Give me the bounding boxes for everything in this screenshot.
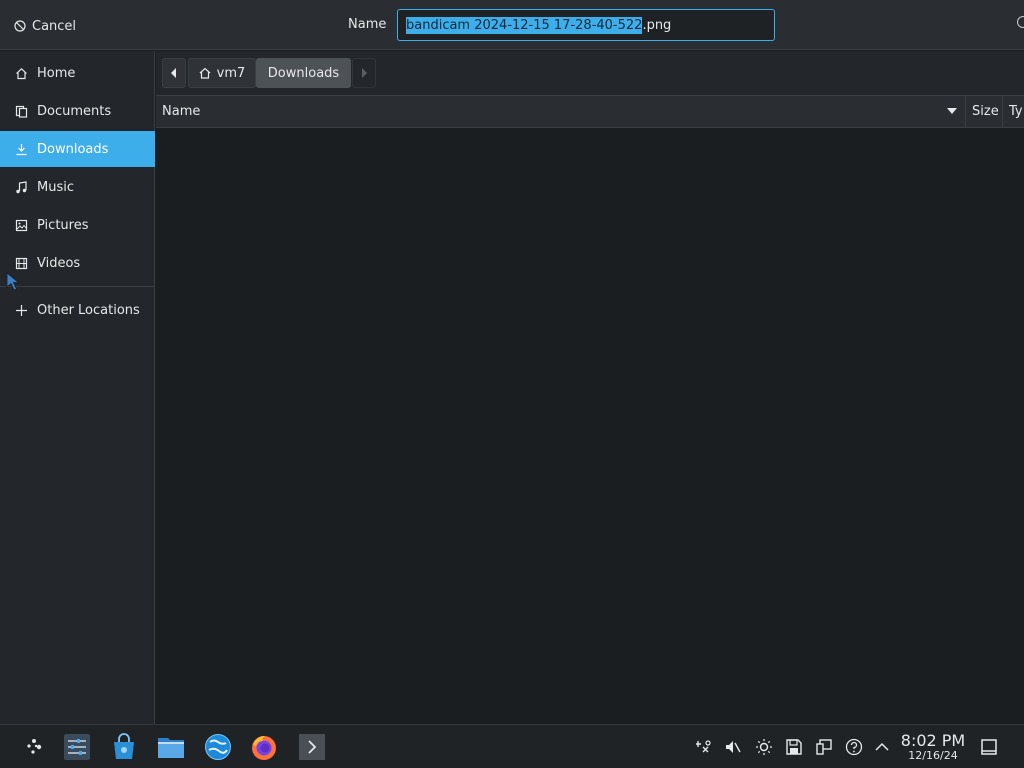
- plus-icon: [16, 304, 27, 316]
- clock-date[interactable]: 12/16/24: [899, 749, 967, 762]
- places-sidebar: Home Documents Downloads Music Pictures …: [0, 51, 155, 724]
- sidebar-item-label: Documents: [37, 103, 112, 119]
- column-header-type[interactable]: Ty: [1003, 96, 1024, 127]
- breadcrumb-label: vm7: [216, 65, 246, 81]
- download-icon: [16, 143, 27, 155]
- network-icon[interactable]: [694, 738, 712, 756]
- file-list[interactable]: [156, 128, 1024, 724]
- mouse-cursor-icon: [6, 272, 20, 291]
- sidebar-divider: [0, 286, 155, 287]
- sort-descending-icon: [947, 108, 957, 114]
- brightness-icon[interactable]: [755, 738, 773, 756]
- sidebar-item-other-locations[interactable]: Other Locations: [0, 292, 155, 328]
- chevron-right-icon: [362, 68, 367, 78]
- cancel-label: Cancel: [32, 18, 77, 34]
- sidebar-item-downloads[interactable]: Downloads: [0, 131, 155, 167]
- forward-button[interactable]: [352, 58, 376, 88]
- music-icon: [16, 180, 27, 193]
- sidebar-item-label: Downloads: [37, 141, 109, 157]
- firefox-icon[interactable]: [250, 733, 278, 761]
- breadcrumb-current[interactable]: Downloads: [256, 58, 351, 88]
- column-header-label: Size: [972, 104, 999, 119]
- browser-icon[interactable]: [204, 733, 232, 761]
- sidebar-item-documents[interactable]: Documents: [0, 93, 155, 129]
- cancel-icon: [14, 20, 26, 32]
- sidebar-item-label: Pictures: [37, 217, 89, 233]
- column-header-row: Name Size Ty: [156, 95, 1024, 128]
- filename-extension: .png: [642, 17, 672, 33]
- path-bar: vm7 Downloads: [156, 51, 1024, 95]
- discover-store-icon[interactable]: [110, 733, 138, 761]
- name-label: Name: [348, 17, 387, 32]
- back-button[interactable]: [162, 58, 186, 88]
- sidebar-item-label: Home: [37, 65, 76, 81]
- save-disk-icon[interactable]: [785, 738, 803, 756]
- column-header-name[interactable]: Name: [156, 96, 966, 127]
- column-header-label: Ty: [1009, 104, 1023, 119]
- system-settings-icon[interactable]: [63, 733, 91, 761]
- pictures-icon: [15, 219, 28, 231]
- terminal-icon[interactable]: [298, 733, 326, 761]
- show-desktop-icon[interactable]: [980, 738, 998, 756]
- breadcrumb-home[interactable]: vm7: [188, 58, 256, 88]
- home-icon: [16, 67, 27, 79]
- search-icon[interactable]: [1017, 16, 1024, 28]
- home-icon: [199, 67, 211, 79]
- dialog-header: Cancel Name bandicam 2024-12-15 17-28-40…: [0, 0, 1024, 50]
- breadcrumb-label: Downloads: [267, 65, 340, 81]
- column-header-label: Name: [162, 104, 201, 119]
- sidebar-item-videos[interactable]: Videos: [0, 245, 155, 281]
- column-header-size[interactable]: Size: [966, 96, 1003, 127]
- sidebar-item-label: Videos: [37, 255, 81, 271]
- videos-icon: [15, 257, 28, 269]
- volume-muted-icon[interactable]: [724, 738, 742, 756]
- sidebar-item-music[interactable]: Music: [0, 169, 155, 205]
- sidebar-item-pictures[interactable]: Pictures: [0, 207, 155, 243]
- chevron-up-icon[interactable]: [873, 738, 891, 756]
- sidebar-item-home[interactable]: Home: [0, 55, 155, 91]
- cancel-button[interactable]: Cancel: [14, 16, 76, 36]
- app-launcher-icon[interactable]: [20, 733, 48, 761]
- file-manager-icon[interactable]: [157, 733, 185, 761]
- documents-icon: [15, 105, 28, 118]
- display-config-icon[interactable]: [815, 738, 833, 756]
- chevron-left-icon: [171, 68, 176, 78]
- help-icon[interactable]: [845, 738, 863, 756]
- filename-selected-text: bandicam 2024-12-15 17-28-40-522: [406, 16, 643, 34]
- clock-time[interactable]: 8:02 PM: [899, 731, 967, 750]
- sidebar-item-label: Other Locations: [37, 302, 140, 318]
- sidebar-item-label: Music: [37, 179, 74, 195]
- taskbar: 8:02 PM 12/16/24: [0, 724, 1024, 768]
- filename-input[interactable]: bandicam 2024-12-15 17-28-40-522 .png: [397, 9, 775, 41]
